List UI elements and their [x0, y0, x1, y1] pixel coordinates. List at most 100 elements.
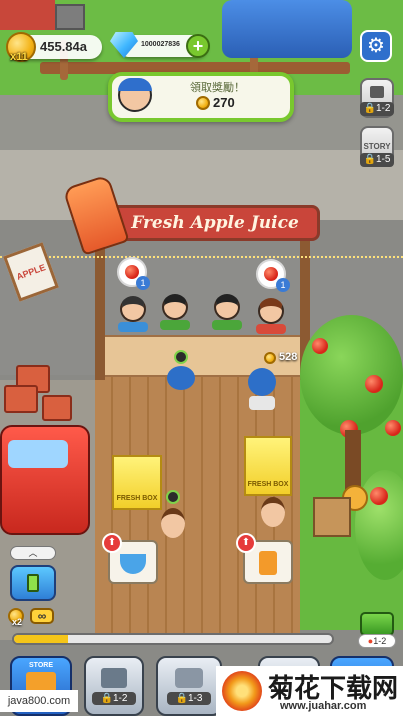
truck-window: [8, 440, 68, 468]
worker-runner[interactable]: [246, 368, 278, 413]
map-button[interactable]: [360, 612, 394, 636]
apple-crate: [4, 385, 38, 413]
lock-icon: 🔒: [363, 103, 376, 114]
gems-value: 1000027836: [141, 41, 180, 48]
fresh-box[interactable]: FRESH BOX: [244, 436, 292, 496]
apple-icon: [264, 267, 278, 281]
watermark-left-text: java800.com: [7, 695, 71, 707]
customer[interactable]: [118, 296, 148, 334]
string-lights: [0, 256, 403, 261]
apple-crate: [42, 395, 72, 421]
worker-head: [161, 508, 185, 538]
map-level-tag: ●1-2: [358, 634, 396, 648]
customer-body: [256, 324, 286, 334]
settings-button[interactable]: ⚙: [360, 30, 392, 62]
customer-head: [258, 298, 284, 324]
nav-item-locked[interactable]: 🔒1-2: [84, 656, 144, 716]
juice-cup-icon: [259, 551, 277, 575]
nav-item-locked[interactable]: 🔒1-3: [156, 656, 222, 716]
store-label: STORE: [29, 662, 53, 669]
worker-head: [248, 368, 276, 396]
worker-head: [167, 366, 195, 390]
infinity-badge: ∞: [30, 608, 54, 624]
nav-item-tag: 🔒1-2: [92, 692, 136, 705]
customer-body: [118, 322, 148, 332]
nav-item-label: 1-3: [188, 693, 203, 704]
customer-body: [212, 320, 242, 330]
reward-title: 領取獎勵！: [190, 82, 245, 94]
customer-body: [160, 320, 190, 330]
customer-head: [120, 296, 146, 322]
map-level-label: 1-2: [373, 636, 387, 646]
apple-side-sign-text: APPLE: [15, 262, 47, 282]
fresh-box-label: FRESH BOX: [247, 481, 289, 488]
crate-stack: [55, 4, 85, 30]
fresh-box-label: FRESH BOX: [116, 495, 158, 502]
worker-station[interactable]: [158, 490, 188, 540]
worker-head: [261, 497, 285, 527]
lock-icon: 🔒: [363, 154, 376, 165]
customer-head: [214, 294, 240, 320]
tip-coin-icon: [264, 352, 276, 364]
worker-body: [249, 396, 275, 410]
tip-amount: 528: [279, 351, 298, 363]
wooden-crate: [313, 497, 351, 537]
customer[interactable]: [160, 294, 190, 332]
order-badge-count: 1: [280, 280, 286, 290]
infinity-symbol: ∞: [37, 609, 47, 623]
watermark-brand-url: www.juahar.com: [280, 700, 367, 712]
add-gems-label: +: [192, 36, 204, 56]
tree-trunk: [345, 430, 361, 490]
order-badge: 1: [276, 278, 290, 292]
apple-bowl-icon: [120, 554, 146, 574]
barn: [0, 0, 55, 30]
lock-icon: 🔒: [100, 693, 113, 704]
upgrade-arrow-icon[interactable]: ⬆: [236, 533, 256, 553]
gear-icon: ⚙: [367, 35, 385, 57]
avatar-cap: [118, 78, 152, 91]
nav-item-tag: 🔒1-3: [167, 692, 211, 705]
reward-amount: 270: [213, 95, 235, 110]
customer[interactable]: [212, 294, 242, 332]
worker-cashier[interactable]: [165, 350, 197, 395]
nav-item-label: 1-2: [113, 693, 128, 704]
story-level-tag: 🔒1-5: [360, 153, 394, 167]
order-badge: 1: [136, 276, 150, 290]
upgrade-arrow-icon[interactable]: ⬆: [102, 533, 122, 553]
lock-icon: 🔒: [175, 693, 188, 704]
cash-multiplier: x11: [10, 51, 28, 63]
battery-icon: [27, 574, 39, 592]
apple-icon: [312, 338, 328, 354]
collapse-panel-button[interactable]: ︿: [10, 546, 56, 560]
shirt-icon: [175, 668, 203, 688]
stand-sign: Fresh Apple Juice: [110, 205, 320, 241]
worker-timer-icon: [174, 350, 188, 364]
energy-boost-button[interactable]: [10, 565, 56, 601]
level-progress-bar: [12, 633, 334, 645]
watermark-brand: 菊花下载网 www.juahar.com: [216, 666, 403, 716]
apple-tree: [300, 315, 403, 435]
locked-level-tag: 🔒1-2: [360, 102, 394, 116]
add-gems-button[interactable]: +: [186, 34, 210, 58]
fresh-box[interactable]: FRESH BOX: [112, 455, 162, 510]
story-label: STORY: [363, 142, 391, 151]
boost-multiplier: x2: [12, 617, 23, 627]
blue-tractor: [222, 0, 352, 58]
worker-station[interactable]: [258, 497, 288, 537]
worker-timer-icon: [166, 490, 180, 504]
reward-coin-icon: [196, 96, 210, 110]
apple-icon: [370, 487, 388, 505]
customer-head: [162, 294, 188, 320]
stand-sign-text: Fresh Apple Juice: [131, 213, 299, 233]
store-icon: [26, 672, 56, 692]
flower-logo-icon: [222, 671, 262, 711]
apple-icon: [125, 265, 139, 279]
lock-icon: [370, 86, 384, 98]
apple-icon: [365, 375, 383, 393]
customer[interactable]: [256, 298, 286, 336]
order-badge-count: 1: [140, 278, 146, 288]
story-level-label: 1-5: [376, 154, 391, 165]
progress-fill: [14, 635, 69, 643]
locked-level-label: 1-2: [376, 103, 391, 114]
chevron-up-icon: ︿: [28, 548, 38, 558]
